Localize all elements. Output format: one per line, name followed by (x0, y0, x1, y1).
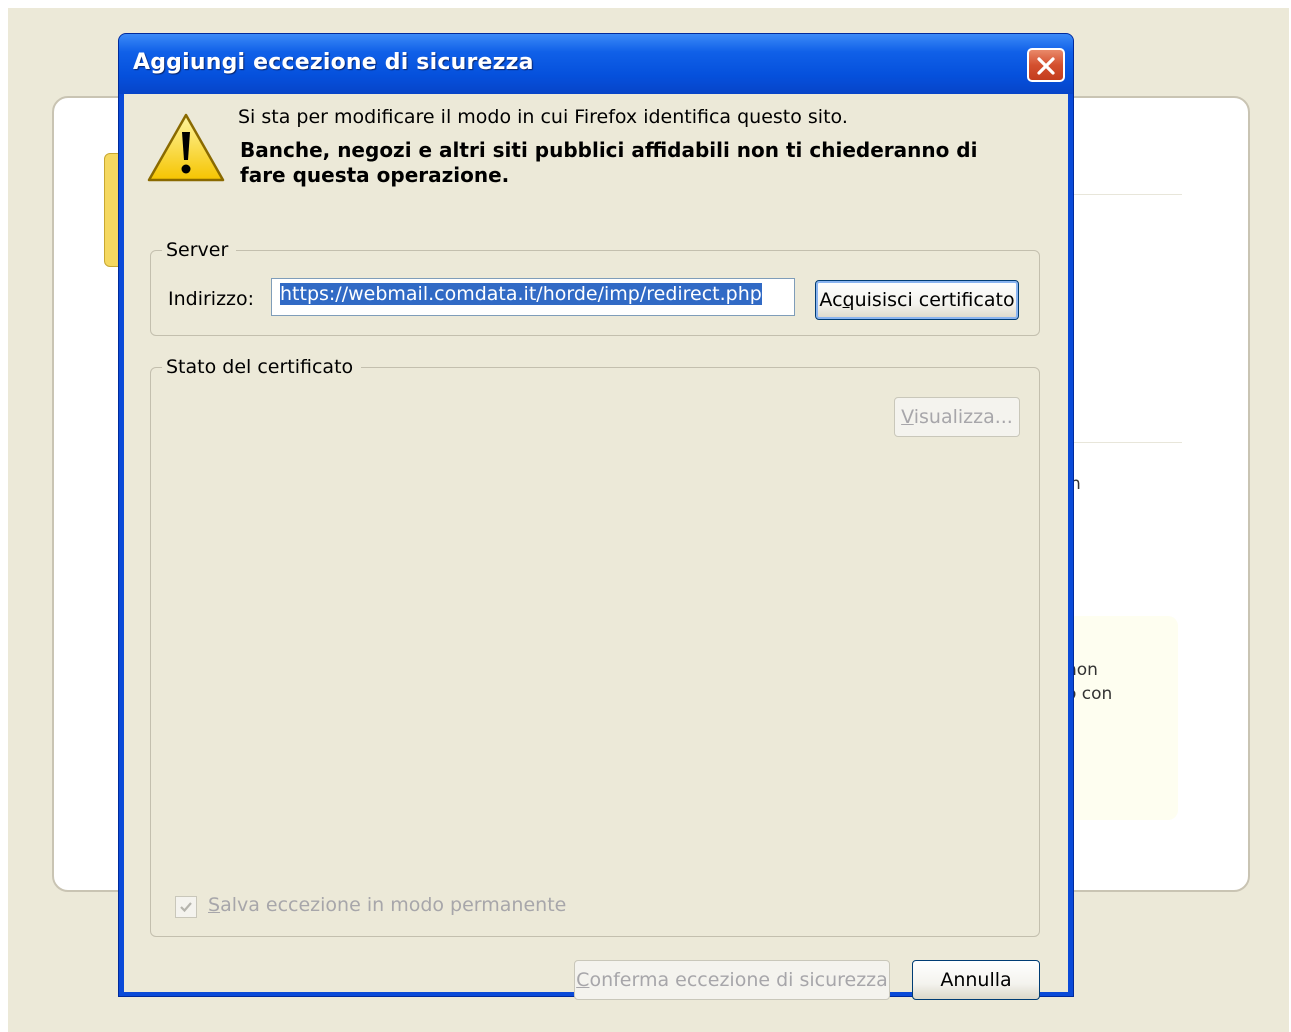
button-label: onferma eccezione di sicurezza (589, 969, 888, 991)
button-label: uisisci certificato (854, 289, 1015, 311)
background-divider (1074, 442, 1182, 443)
checkmark-icon (180, 902, 192, 913)
warning-icon (147, 113, 225, 182)
button-accesskey: q (842, 289, 855, 311)
view-certificate-button[interactable]: Visualizza... (894, 397, 1020, 437)
certificate-status-legend: Stato del certificato (162, 356, 362, 378)
dialog-client-area: Si sta per modificare il modo in cui Fir… (124, 94, 1068, 1000)
background-note-box (1066, 616, 1178, 820)
dialog-titlebar[interactable]: Aggiungi eccezione di sicurezza (119, 34, 1073, 94)
checkbox-label-text: alva eccezione in modo permanente (220, 894, 567, 916)
security-exception-dialog: Aggiungi eccezione di sicurezza Si sta p… (118, 33, 1074, 1000)
certificate-status-groupbox (150, 367, 1040, 937)
background-divider (1074, 194, 1182, 195)
close-button[interactable] (1027, 48, 1065, 82)
get-certificate-button[interactable]: Acquisisci certificato (815, 280, 1019, 320)
button-accesskey: V (901, 406, 914, 428)
warning-emphasis: Banche, negozi e altri siti pubblici aff… (240, 138, 978, 187)
permanent-exception-checkbox[interactable] (175, 896, 197, 918)
server-legend: Server (162, 239, 237, 261)
dialog-title: Aggiungi eccezione di sicurezza (133, 50, 534, 75)
confirm-exception-button[interactable]: Conferma eccezione di sicurezza (574, 960, 890, 1000)
address-value: https://webmail.comdata.it/horde/imp/red… (280, 283, 762, 305)
address-input[interactable]: https://webmail.comdata.it/horde/imp/red… (271, 278, 795, 316)
button-label: isualizza... (913, 406, 1013, 428)
close-icon (1037, 57, 1055, 75)
button-accesskey: C (576, 969, 590, 991)
cancel-button[interactable]: Annulla (912, 960, 1040, 1000)
permanent-exception-label: Salva eccezione in modo permanente (208, 894, 566, 916)
warning-message: Si sta per modificare il modo in cui Fir… (238, 106, 848, 128)
checkbox-accesskey: S (208, 894, 221, 916)
button-label: Ac (819, 289, 843, 311)
address-label: Indirizzo: (168, 288, 255, 310)
